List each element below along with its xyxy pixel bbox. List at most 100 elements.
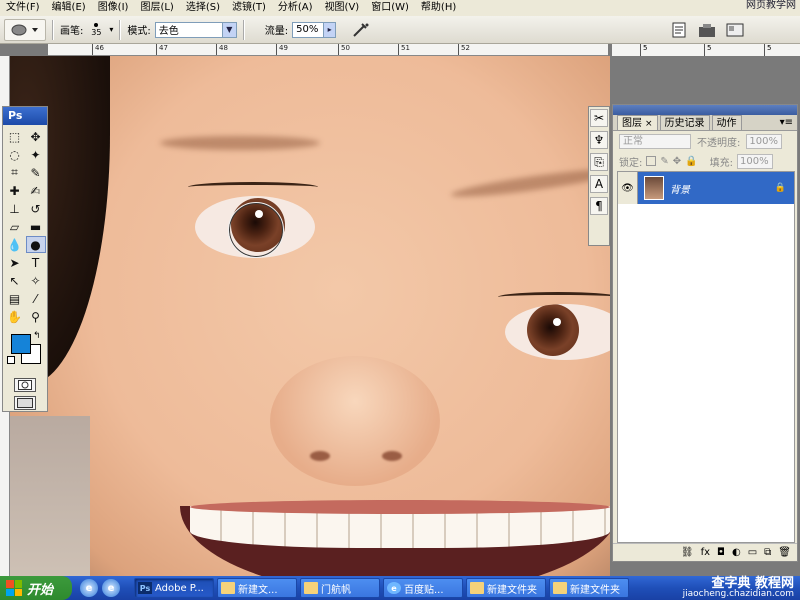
browser-icon[interactable]: e: [102, 579, 120, 597]
tool-preset-picker[interactable]: [4, 18, 46, 41]
folder-icon: [553, 582, 567, 594]
opacity-field[interactable]: 100%: [746, 133, 783, 149]
layer-row-background[interactable]: 👁 背景 🔒: [618, 172, 794, 204]
menu-help[interactable]: 帮助(H): [415, 0, 462, 16]
document-icon[interactable]: [668, 19, 690, 41]
blend-mode-select[interactable]: 正常: [619, 133, 691, 149]
toolbox-title: Ps: [3, 107, 47, 125]
lock-transparency-icon[interactable]: [646, 156, 657, 166]
fill-label: 填充:: [709, 157, 733, 169]
bridge-icon[interactable]: [696, 19, 718, 41]
new-group-icon[interactable]: ▭: [748, 547, 757, 558]
eraser-tool-icon[interactable]: ▱: [5, 218, 25, 235]
eyedropper-icon[interactable]: ⁄: [26, 290, 46, 307]
clone-source-icon[interactable]: ⎘: [590, 153, 608, 171]
layer-style-icon[interactable]: fx: [701, 547, 710, 558]
sponge-tool-icon[interactable]: ●: [25, 236, 46, 253]
taskbar-item-folder[interactable]: 新建文件夹: [549, 578, 629, 598]
menu-file[interactable]: 文件(F): [0, 0, 46, 16]
menu-image[interactable]: 图像(I): [92, 0, 135, 16]
lock-all-icon[interactable]: 🔒: [685, 156, 697, 167]
character-panel-icon[interactable]: A: [590, 175, 608, 193]
ruler-tick: 51: [398, 44, 410, 55]
layer-mask-icon[interactable]: ◘: [717, 547, 725, 558]
lock-pixels-icon[interactable]: ✎: [660, 156, 668, 167]
quick-launch: e e: [80, 579, 120, 597]
link-layers-icon[interactable]: ⛓: [681, 547, 694, 558]
image-canvas[interactable]: [10, 56, 610, 576]
menu-window[interactable]: 窗口(W): [365, 0, 415, 16]
swap-colors-icon[interactable]: ↰: [33, 331, 41, 341]
menu-layer[interactable]: 图层(L): [134, 0, 179, 16]
foreground-color-swatch[interactable]: [11, 334, 31, 354]
notes-tool-icon[interactable]: ▤: [5, 290, 25, 307]
tool-grid: ⬚ ✥ ◌ ✦ ⌗ ✎ ✚ ✍ ⊥ ↺ ▱ ▬ 💧 ● ➤ T ↖ ✧ ▤ ⁄ …: [3, 125, 47, 328]
custom-shape-tool-icon[interactable]: ✧: [26, 272, 46, 289]
direct-selection-tool-icon[interactable]: ↖: [5, 272, 25, 289]
zoom-tool-icon[interactable]: ⚲: [26, 308, 46, 325]
lock-row: 锁定: ✎ ✥ 🔒 填充: 100%: [613, 151, 797, 171]
move-tool-icon[interactable]: ✥: [26, 128, 46, 145]
brush-label: 画笔:: [60, 26, 84, 37]
hand-tool-icon[interactable]: ✋: [5, 308, 25, 325]
screen-mode-button[interactable]: [14, 396, 36, 410]
menu-select[interactable]: 选择(S): [180, 0, 226, 16]
right-eyebrow: [449, 164, 610, 202]
menu-view[interactable]: 视图(V): [319, 0, 366, 16]
close-icon[interactable]: ×: [645, 119, 653, 129]
healing-brush-tool-icon[interactable]: ✚: [5, 182, 25, 199]
eye-icon[interactable]: 👁: [618, 172, 638, 204]
taskbar-item-folder[interactable]: 新建文...: [217, 578, 297, 598]
marquee-tool-icon[interactable]: ⬚: [5, 128, 25, 145]
menu-edit[interactable]: 编辑(E): [46, 0, 92, 16]
tab-layers-label: 图层: [622, 118, 642, 129]
crop-tool-icon[interactable]: ⌗: [5, 164, 25, 181]
watermark-bottom-url: jiaocheng.chazidian.com: [682, 589, 794, 599]
menu-bar: 文件(F) 编辑(E) 图像(I) 图层(L) 选择(S) 滤镜(T) 分析(A…: [0, 0, 800, 16]
menu-analysis[interactable]: 分析(A): [272, 0, 319, 16]
lock-position-icon[interactable]: ✥: [673, 156, 681, 167]
chevron-down-icon[interactable]: ▾: [109, 25, 113, 34]
type-tool-icon[interactable]: T: [26, 254, 46, 271]
mode-select[interactable]: 去色 ▼: [154, 21, 237, 38]
eyedropper-tool-icon[interactable]: ✎: [26, 164, 46, 181]
ruler-horizontal[interactable]: 46 47 48 49 50 51 52: [48, 44, 608, 56]
adjustment-layer-icon[interactable]: ◐: [732, 547, 741, 558]
lasso-tool-icon[interactable]: ◌: [5, 146, 25, 163]
tab-actions[interactable]: 动作: [711, 115, 742, 130]
flow-field[interactable]: 50% ▸: [292, 21, 337, 38]
taskbar-item-folder[interactable]: 新建文件夹: [466, 578, 546, 598]
ie-icon[interactable]: e: [80, 579, 98, 597]
magic-wand-tool-icon[interactable]: ✦: [26, 146, 46, 163]
path-selection-tool-icon[interactable]: ➤: [5, 254, 25, 271]
start-button[interactable]: 开始: [0, 576, 72, 600]
clone-stamp-tool-icon[interactable]: ⊥: [5, 200, 25, 217]
ruler-horizontal-right: 5 5 5: [612, 44, 800, 56]
taskbar-item-label: 新建文件夹: [487, 584, 537, 596]
fill-field[interactable]: 100%: [736, 153, 773, 169]
quick-mask-button[interactable]: [14, 378, 36, 392]
panel-titlebar[interactable]: [613, 105, 797, 115]
tools-preset-icon[interactable]: ✂: [590, 109, 608, 127]
taskbar-item-folder[interactable]: 门航帆: [300, 578, 380, 598]
palette-well-icon[interactable]: [724, 19, 746, 41]
brush-picker[interactable]: 35: [83, 19, 109, 41]
menu-filter[interactable]: 滤镜(T): [226, 0, 272, 16]
blur-tool-icon[interactable]: 💧: [5, 236, 25, 253]
tab-layers[interactable]: 图层 ×: [617, 115, 658, 130]
new-layer-icon[interactable]: ⧉: [764, 547, 771, 558]
taskbar-item-photoshop[interactable]: Ps Adobe P...: [134, 578, 214, 598]
airbrush-toggle[interactable]: [350, 19, 372, 41]
taskbar-item-browser[interactable]: e 百度贴...: [383, 578, 463, 598]
brush-tool-icon[interactable]: ✍: [26, 182, 46, 199]
taskbar-item-label: 门航帆: [321, 584, 351, 596]
brushes-panel-icon[interactable]: ♆: [590, 131, 608, 149]
panel-menu-icon[interactable]: ▾≡: [780, 115, 793, 130]
gradient-tool-icon[interactable]: ▬: [26, 218, 46, 235]
default-colors-icon[interactable]: [7, 356, 15, 364]
left-eyelash: [188, 182, 318, 192]
history-brush-tool-icon[interactable]: ↺: [26, 200, 46, 217]
paragraph-panel-icon[interactable]: ¶: [590, 197, 608, 215]
trash-icon[interactable]: 🗑: [778, 547, 791, 558]
tab-history[interactable]: 历史记录: [659, 115, 710, 130]
